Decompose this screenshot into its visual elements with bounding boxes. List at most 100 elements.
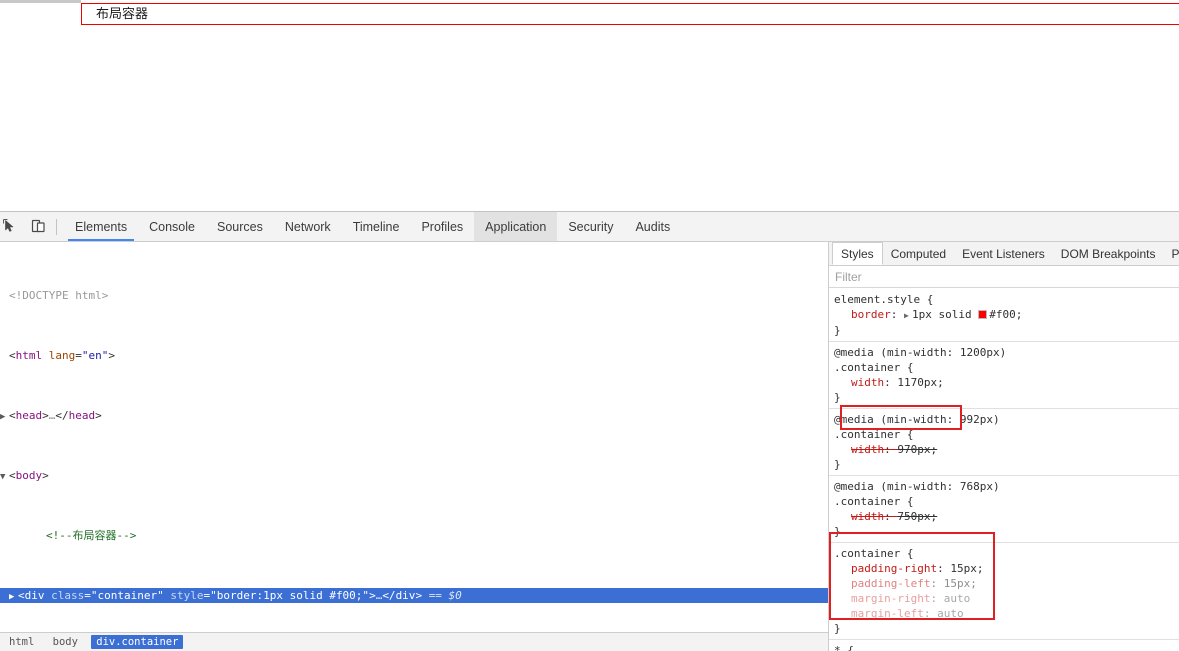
dom-row[interactable]: ▶<!DOCTYPE html>	[0, 288, 828, 303]
property-value: 970px;	[897, 443, 938, 456]
dom-tree-pane[interactable]: ▶<!DOCTYPE html> ▶<html lang="en"> ▶<hea…	[0, 242, 829, 651]
tab-audits[interactable]: Audits	[624, 212, 681, 241]
declaration-margin-left[interactable]: margin-left: auto	[829, 606, 1179, 621]
expander-arrow-expanded[interactable]: ▼	[0, 470, 9, 485]
dom-row[interactable]: ▶<html lang="en">	[0, 348, 828, 363]
rule-container-992[interactable]: @media (min-width: 992px) .container { w…	[829, 409, 1179, 476]
tab-network[interactable]: Network	[274, 212, 342, 241]
tag-name: head	[15, 409, 43, 422]
tab-event-listeners[interactable]: Event Listeners	[954, 242, 1053, 265]
rule-close-brace: }	[834, 324, 841, 337]
rule-selector: .container {	[834, 495, 914, 508]
attr-name: lang	[48, 349, 76, 362]
tab-sources[interactable]: Sources	[206, 212, 274, 241]
declaration-width-overridden[interactable]: width: 750px;	[829, 509, 1179, 524]
property-value: 15px;	[943, 577, 977, 590]
tab-profiles-label: Profiles	[421, 219, 464, 234]
rule-selector: element.style {	[834, 293, 934, 306]
inspect-cursor-icon[interactable]	[0, 214, 24, 240]
breadcrumb-separator	[83, 636, 91, 648]
media-query: @media (min-width: 768px)	[834, 480, 1000, 493]
layout-container-box: 布局容器	[81, 3, 1179, 25]
tab-application[interactable]: Application	[474, 212, 558, 241]
tab-properties[interactable]: Proper	[1163, 242, 1179, 265]
dom-row-comment[interactable]: <!--布局容器-->	[0, 528, 828, 543]
property-name: padding-left	[851, 577, 931, 590]
breadcrumb-separator	[39, 636, 47, 648]
styles-tab-strip: Styles Computed Event Listeners DOM Brea…	[829, 242, 1179, 266]
expander-arrow-collapsed[interactable]: ▶	[0, 410, 9, 425]
devtools-tab-strip: Elements Console Sources Network Timelin…	[64, 212, 1179, 241]
rule-container-768[interactable]: @media (min-width: 768px) .container { w…	[829, 476, 1179, 543]
property-name: margin-left	[851, 607, 924, 620]
attr-value: "en"	[81, 349, 109, 362]
color-swatch[interactable]	[978, 310, 988, 319]
declaration-width-overridden[interactable]: width: 970px;	[829, 442, 1179, 457]
page-scroll-strip	[0, 0, 81, 3]
tab-security[interactable]: Security	[557, 212, 624, 241]
rule-container-spacing[interactable]: .container { padding-right: 15px; paddin…	[829, 543, 1179, 640]
breadcrumb-item-div-container[interactable]: div.container	[91, 635, 184, 649]
tab-console-label: Console	[149, 219, 195, 234]
media-query: @media (min-width: 1200px)	[834, 346, 1007, 359]
property-name: width	[851, 443, 885, 456]
property-name: border	[851, 308, 891, 321]
dom-row-selected[interactable]: ▶ <div class="container" style="border:1p…	[0, 588, 828, 603]
rule-universal[interactable]: * {	[829, 640, 1179, 651]
declaration-border[interactable]: border: ▶ 1px solid #f00;	[829, 307, 1179, 323]
rule-element-style[interactable]: element.style { border: ▶ 1px solid #f00;…	[829, 289, 1179, 342]
media-query: @media (min-width: 992px)	[834, 413, 1000, 426]
expander-arrow: ▶	[0, 350, 9, 365]
tag-name: body	[15, 469, 43, 482]
declaration-padding-left[interactable]: padding-left: 15px;	[829, 576, 1179, 591]
attr-value-style: "border:1px solid #f00;"	[210, 589, 370, 602]
tag-name-close: head	[68, 409, 96, 422]
dom-row[interactable]: ▶ <head>…</head>	[0, 408, 828, 423]
layout-container-label: 布局容器	[96, 7, 149, 22]
tab-computed[interactable]: Computed	[883, 242, 954, 265]
property-value: 750px;	[897, 510, 938, 523]
property-value: 15px;	[950, 562, 984, 575]
tab-elements-label: Elements	[75, 219, 128, 234]
declaration-padding-right[interactable]: padding-right: 15px;	[829, 561, 1179, 576]
rule-selector: .container {	[834, 428, 914, 441]
breadcrumb: html body div.container	[0, 632, 828, 651]
doctype-text: <!DOCTYPE html>	[9, 289, 109, 302]
device-toolbar-icon[interactable]	[24, 214, 52, 240]
property-name: width	[851, 376, 885, 389]
expander-arrow-collapsed[interactable]: ▶	[9, 590, 18, 605]
tab-profiles[interactable]: Profiles	[410, 212, 474, 241]
tab-dom-breakpoints[interactable]: DOM Breakpoints	[1053, 242, 1164, 265]
dom-row[interactable]: ▼ <body>	[0, 468, 828, 483]
property-value: auto	[937, 607, 964, 620]
declaration-margin-right[interactable]: margin-right: auto	[829, 591, 1179, 606]
tab-styles[interactable]: Styles	[832, 242, 883, 265]
tag-name: html	[15, 349, 43, 362]
chevron-right-icon[interactable]: ▶	[904, 308, 912, 323]
styles-pane: Styles Computed Event Listeners DOM Brea…	[829, 242, 1179, 651]
rule-close-brace: }	[834, 622, 841, 635]
tab-console[interactable]: Console	[138, 212, 206, 241]
tab-styles-label: Styles	[841, 246, 874, 261]
breadcrumb-item-body[interactable]: body	[48, 635, 83, 649]
rule-container-1200[interactable]: @media (min-width: 1200px) .container { …	[829, 342, 1179, 430]
tab-timeline[interactable]: Timeline	[342, 212, 411, 241]
toolbar-divider	[56, 218, 57, 235]
comment-text: <!--布局容器-->	[46, 529, 137, 542]
property-name: width	[851, 510, 885, 523]
property-value: auto	[943, 592, 971, 605]
declaration-width[interactable]: width: 1170px;	[829, 375, 1179, 390]
tab-properties-label: Proper	[1171, 246, 1179, 261]
tab-elements[interactable]: Elements	[64, 212, 138, 241]
breadcrumb-item-html[interactable]: html	[4, 635, 39, 649]
tab-security-label: Security	[568, 219, 614, 234]
attr-name-class: class	[51, 589, 85, 602]
page-viewport: 布局容器	[0, 0, 1179, 211]
dom-tree: ▶<!DOCTYPE html> ▶<html lang="en"> ▶<hea…	[0, 242, 828, 651]
tab-computed-label: Computed	[890, 246, 947, 261]
tab-timeline-label: Timeline	[352, 219, 400, 234]
styles-filter-input[interactable]: Filter	[829, 266, 1179, 288]
selected-node-ref: == $0	[428, 589, 462, 602]
property-value-prefix: 1px solid	[912, 308, 979, 321]
rule-close-brace: }	[834, 391, 841, 404]
